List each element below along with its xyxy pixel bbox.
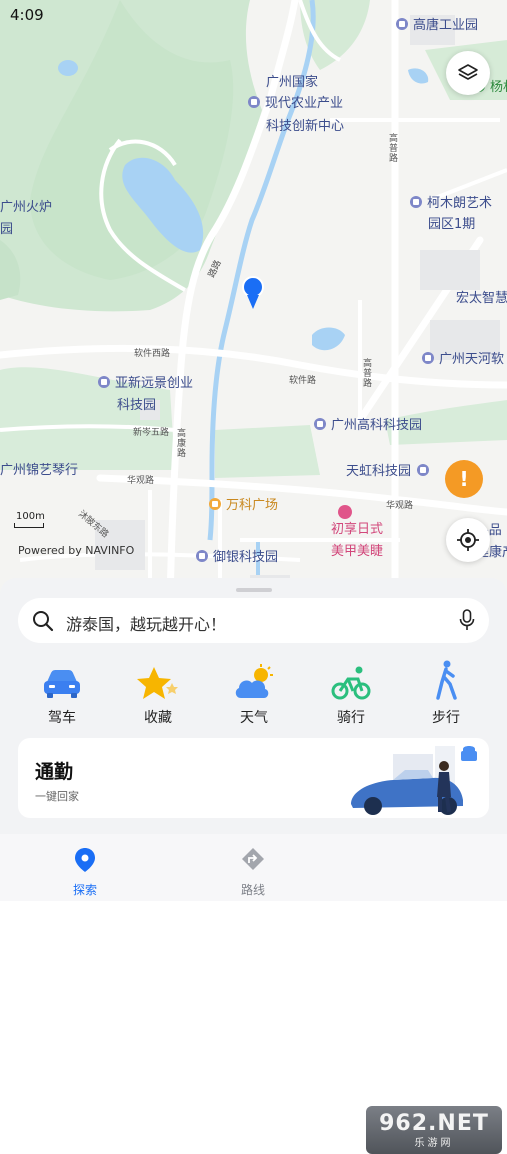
alert-marker-icon[interactable]: ! xyxy=(445,460,483,498)
walk-icon xyxy=(436,660,457,700)
poi-huolu[interactable]: 广州火炉 xyxy=(0,199,52,217)
map-scale-label: 100m xyxy=(16,511,45,522)
poi-icon xyxy=(396,18,408,30)
search-bar[interactable]: 游泰国，越玩越开心！ xyxy=(18,598,489,643)
watermark-logo: 962.NET 乐游网 xyxy=(366,1106,502,1154)
bike-icon xyxy=(331,666,371,700)
road-huaguan-2: 华观路 xyxy=(386,501,414,511)
road-gaopu-2: 高普路 xyxy=(361,358,371,388)
poi-chuxiang[interactable]: 初享日式 xyxy=(331,521,383,539)
shortcut-label: 天气 xyxy=(240,710,268,726)
layers-button[interactable] xyxy=(446,51,490,95)
poi-wanke[interactable]: 万科广场 xyxy=(209,497,278,515)
poi-national-label-3: 科技创新中心 xyxy=(266,119,345,134)
map-view[interactable]: 4:09 高唐工业园 广州国家 现代农业产业 科技创新中心 杨村 高普路 柯木朗… xyxy=(0,0,507,600)
poi-icon xyxy=(98,376,110,388)
commute-card[interactable]: 通勤 一键回家 xyxy=(18,738,489,818)
sheet-drag-handle[interactable] xyxy=(236,588,272,592)
bottom-tab-bar: 探索 路线 962.NET 乐游网 xyxy=(0,834,507,1154)
map-scale-bar xyxy=(14,523,44,528)
poi-kemulang[interactable]: 柯木朗艺术 xyxy=(410,195,492,213)
poi-huolu-label-2: 园 xyxy=(0,222,14,237)
tab-route[interactable]: 路线 xyxy=(213,847,293,898)
road-xincen: 新岑五路 xyxy=(133,428,170,438)
car-icon xyxy=(44,670,80,698)
shortcut-favorites[interactable]: 收藏 xyxy=(118,658,198,727)
status-time: 4:09 xyxy=(10,6,44,24)
tab-explore[interactable]: 探索 xyxy=(45,847,125,898)
shortcut-label: 骑行 xyxy=(337,710,365,726)
road-huaguan: 华观路 xyxy=(127,476,155,486)
route-icon xyxy=(242,848,264,870)
commute-title: 通勤 xyxy=(35,761,74,783)
locate-me-button[interactable] xyxy=(446,518,490,562)
crosshair-icon xyxy=(457,529,479,551)
location-pin-icon xyxy=(75,848,95,872)
commute-subtitle: 一键回家 xyxy=(35,790,79,803)
poi-icon xyxy=(410,196,422,208)
poi-yuyin[interactable]: 御银科技园 xyxy=(196,549,278,567)
poi-yaxin[interactable]: 亚新远景创业 xyxy=(98,375,193,393)
poi-icon xyxy=(314,418,326,430)
poi-national[interactable]: 现代农业产业 xyxy=(248,95,343,113)
shortcut-cycling[interactable]: 骑行 xyxy=(311,658,391,727)
poi-icon xyxy=(417,464,430,476)
road-ruanjian: 软件路 xyxy=(289,376,317,386)
poi-kemulang-label-2: 园区1期 xyxy=(428,217,476,232)
poi-jinyi[interactable]: 广州锦艺琴行 xyxy=(0,462,78,480)
shortcut-label: 步行 xyxy=(432,710,460,726)
poi-tianhong[interactable]: 天虹科技园 xyxy=(346,463,434,481)
weather-icon xyxy=(235,664,273,698)
road-ruanjian-west: 软件西路 xyxy=(134,349,171,359)
poi-gaotang[interactable]: 高唐工业园 xyxy=(396,17,478,35)
shortcut-label: 收藏 xyxy=(144,710,172,726)
commute-car-illustration xyxy=(351,746,477,815)
shortcut-label: 驾车 xyxy=(48,710,76,726)
shortcut-weather[interactable]: 天气 xyxy=(214,658,294,727)
poi-hongtai: 宏太智慧 xyxy=(456,291,507,306)
tab-label: 路线 xyxy=(240,883,265,897)
layers-icon xyxy=(458,64,478,80)
poi-gaoke[interactable]: 广州高科科技园 xyxy=(314,417,422,435)
poi-icon xyxy=(248,96,260,108)
shortcut-drive[interactable]: 驾车 xyxy=(22,658,102,727)
search-icon xyxy=(33,611,54,632)
poi-icon xyxy=(209,498,221,510)
road-gaokang: 高康路 xyxy=(175,428,185,458)
poi-yaxin-label-2: 科技园 xyxy=(117,398,157,413)
star-icon xyxy=(137,667,178,699)
tab-label: 探索 xyxy=(72,883,97,897)
road-gaopu: 高普路 xyxy=(387,133,397,163)
current-location-pin xyxy=(241,276,265,314)
map-attribution: Powered by NAVINFO xyxy=(18,544,135,557)
poi-tianhe[interactable]: 广州天河软 xyxy=(422,351,504,369)
watermark-brand: 962.NET xyxy=(379,1111,489,1136)
shortcut-walking[interactable]: 步行 xyxy=(406,658,486,727)
bottom-sheet[interactable]: 游泰国，越玩越开心！ 驾车 收藏 天气 骑行 步行 通勤 一键回家 探索 路线 … xyxy=(0,578,507,1154)
nail-salon-icon xyxy=(338,505,352,519)
shortcut-row: 驾车 收藏 天气 骑行 步行 xyxy=(0,658,507,728)
poi-icon xyxy=(196,550,208,562)
poi-icon xyxy=(422,352,434,364)
microphone-icon[interactable] xyxy=(459,609,475,631)
poi-national-label-1: 广州国家 xyxy=(266,75,319,90)
search-placeholder: 游泰国，越玩越开心！ xyxy=(66,615,227,634)
watermark-sub: 乐游网 xyxy=(414,1138,454,1149)
poi-chuxiang-label-2: 美甲美睫 xyxy=(331,544,384,559)
